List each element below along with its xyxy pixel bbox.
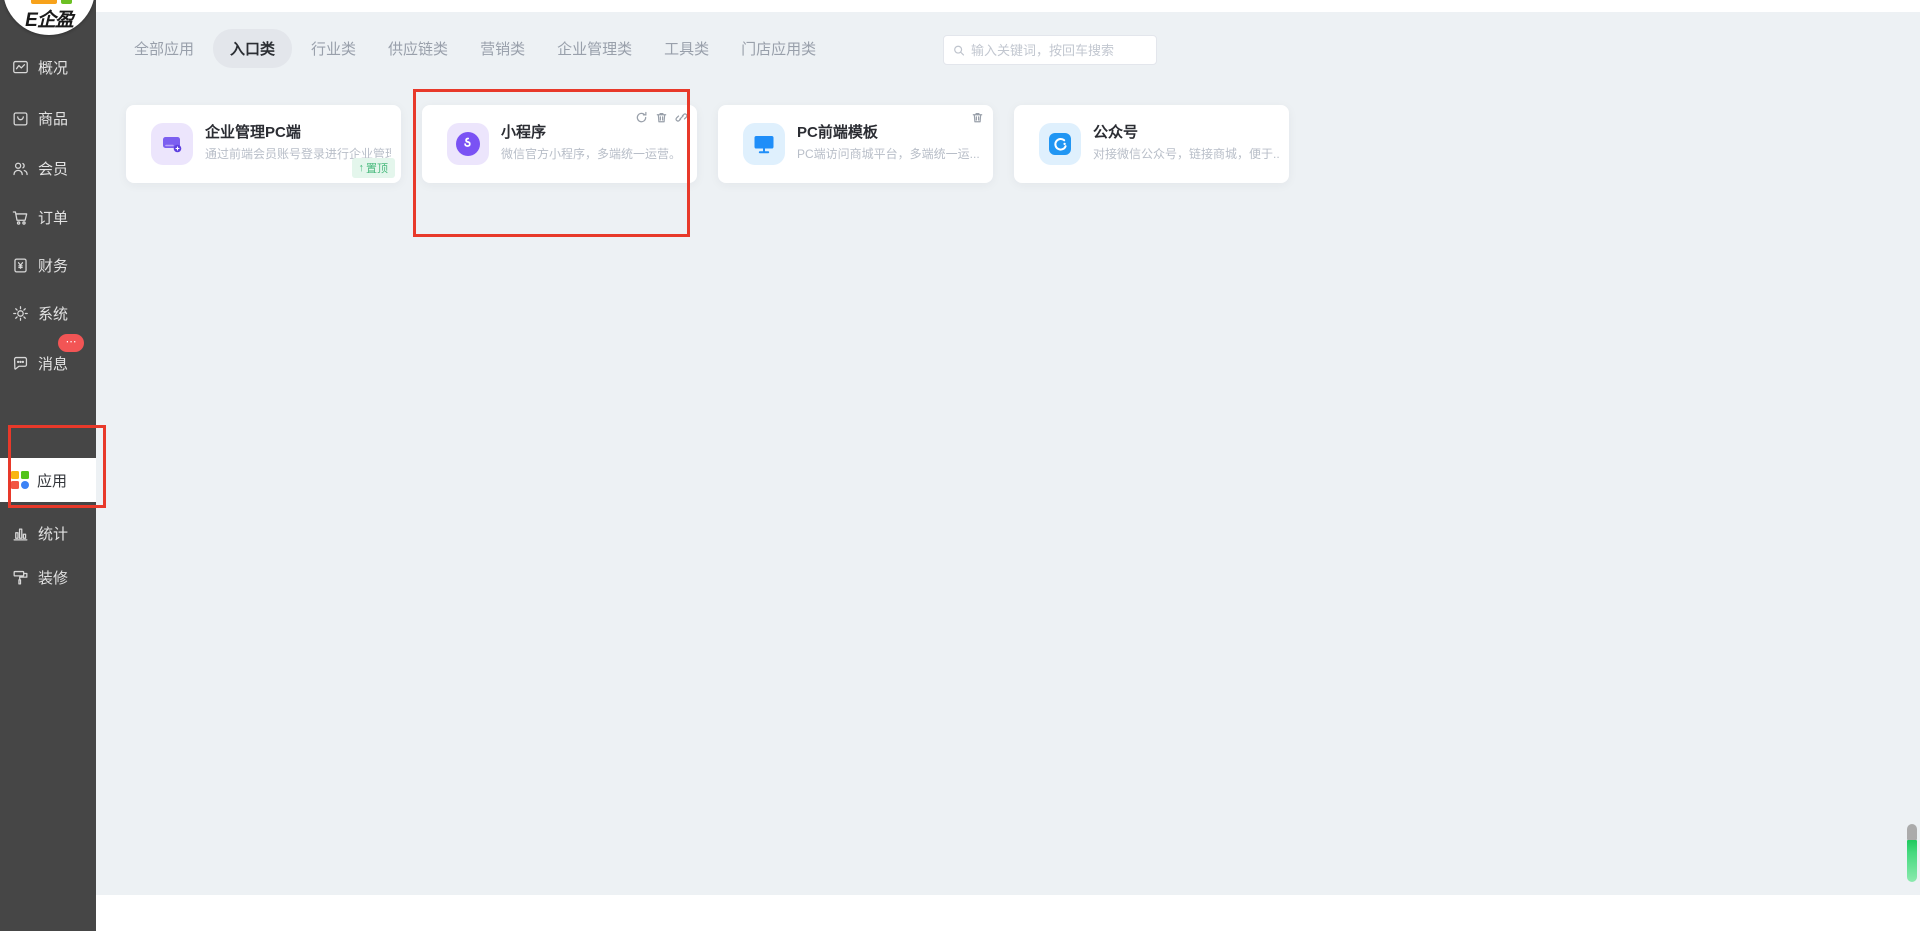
card-title: PC前端模板 <box>797 121 878 142</box>
card-description: PC端访问商城平台，多端统一运... <box>797 145 983 162</box>
sidebar-item-members[interactable]: 会员 <box>0 143 96 193</box>
scrollbar-thumb-body <box>1907 840 1917 882</box>
main-area: 全部应用 入口类 行业类 供应链类 营销类 企业管理类 工具类 门店应用类 企业… <box>96 0 1920 931</box>
logo-green-block <box>61 0 72 4</box>
scrollbar-thumb[interactable] <box>1907 824 1917 882</box>
tab-store-apps[interactable]: 门店应用类 <box>728 29 829 68</box>
tab-tools[interactable]: 工具类 <box>651 29 722 68</box>
tab-all-apps[interactable]: 全部应用 <box>121 29 207 68</box>
sidebar-item-label: 装修 <box>38 567 68 588</box>
official-account-icon <box>1039 123 1081 165</box>
system-icon <box>11 304 30 323</box>
logo-text: E企盈 <box>3 5 95 32</box>
card-title: 企业管理PC端 <box>205 121 301 142</box>
sidebar-item-finance[interactable]: 财务 <box>0 240 96 290</box>
card-description: 对接微信公众号，链接商城，便于... <box>1093 145 1279 162</box>
tab-industry[interactable]: 行业类 <box>298 29 369 68</box>
category-tabbar: 全部应用 入口类 行业类 供应链类 营销类 企业管理类 工具类 门店应用类 <box>121 28 829 68</box>
annotation-box-mini-program <box>413 89 690 237</box>
sidebar-item-decorate[interactable]: 装修 <box>0 552 96 602</box>
sidebar-item-label: 财务 <box>38 255 68 276</box>
overview-icon <box>11 58 30 77</box>
sidebar-item-label: 商品 <box>38 108 68 129</box>
search-box <box>943 35 1157 65</box>
stats-icon <box>11 524 30 543</box>
app-card-official-account[interactable]: 公众号 对接微信公众号，链接商城，便于... <box>1014 105 1289 183</box>
sidebar-item-stats[interactable]: 统计 <box>0 508 96 558</box>
orders-icon <box>11 208 30 227</box>
search-input[interactable] <box>971 43 1147 58</box>
sidebar-item-goods[interactable]: 商品 <box>0 93 96 143</box>
annotation-box-sidebar-apps <box>8 425 106 508</box>
search-icon <box>953 44 965 57</box>
sidebar-item-label: 统计 <box>38 523 68 544</box>
tab-marketing[interactable]: 营销类 <box>467 29 538 68</box>
logo-orange-block <box>31 0 57 4</box>
pc-template-icon <box>743 123 785 165</box>
app-card-pc-admin[interactable]: 企业管理PC端 通过前端会员账号登录进行企业管理 ↑ 置顶 <box>126 105 401 183</box>
arrow-up-icon: ↑ <box>359 162 365 174</box>
sidebar-item-label: 消息 <box>38 353 68 374</box>
sidebar-item-overview[interactable]: 概况 <box>0 42 96 92</box>
message-count-badge: ⋯ <box>58 334 84 352</box>
sidebar-item-label: 会员 <box>38 158 68 179</box>
goods-icon <box>11 109 30 128</box>
sidebar-item-label: 系统 <box>38 303 68 324</box>
members-icon <box>11 159 30 178</box>
decorate-icon <box>11 568 30 587</box>
tab-entry[interactable]: 入口类 <box>213 29 292 68</box>
trash-icon[interactable] <box>971 111 984 124</box>
scrollbar-thumb-cap <box>1907 824 1917 840</box>
sidebar-item-label: 订单 <box>38 207 68 228</box>
pc-admin-icon <box>151 123 193 165</box>
sidebar-item-system[interactable]: 系统 <box>0 288 96 338</box>
pin-top-label: 置顶 <box>366 160 388 176</box>
card-title: 公众号 <box>1093 121 1138 142</box>
app-card-list: 企业管理PC端 通过前端会员账号登录进行企业管理 ↑ 置顶 <box>126 105 1289 183</box>
tab-enterprise-mgmt[interactable]: 企业管理类 <box>544 29 645 68</box>
app-logo: E企盈 <box>3 0 95 35</box>
card-action-bar <box>971 111 984 124</box>
pin-top-badge: ↑ 置顶 <box>352 158 396 178</box>
tab-supply-chain[interactable]: 供应链类 <box>375 29 461 68</box>
sidebar-item-orders[interactable]: 订单 <box>0 192 96 242</box>
app-card-pc-template[interactable]: PC前端模板 PC端访问商城平台，多端统一运... <box>718 105 993 183</box>
sidebar-item-label: 概况 <box>38 57 68 78</box>
messages-icon <box>11 354 30 373</box>
finance-icon <box>11 256 30 275</box>
